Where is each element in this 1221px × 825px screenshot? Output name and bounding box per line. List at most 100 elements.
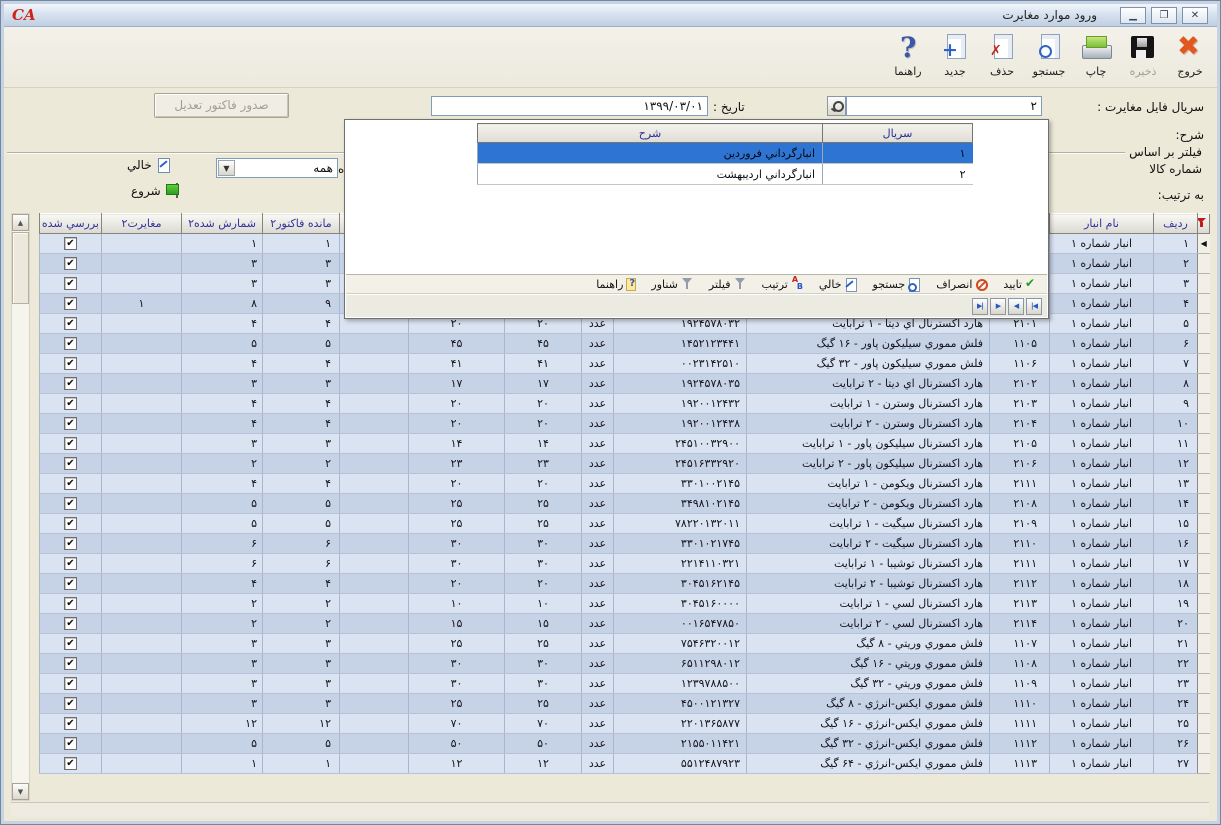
checked-checkbox[interactable]: ✔	[64, 357, 77, 370]
table-row[interactable]: ۲۷انبار شماره ۱۱۱۱۳فلش مموري ايکس-انرژي …	[40, 754, 1210, 774]
checked-checkbox[interactable]: ✔	[64, 437, 77, 450]
cell-barresi[interactable]: ✔	[40, 694, 102, 714]
toolbar-button-exit[interactable]: خروج	[1167, 30, 1213, 78]
table-row[interactable]: ۲۳انبار شماره ۱۱۱۰۹فلش مموري وريتي - ۳۲ …	[40, 674, 1210, 694]
toolbar-button-save[interactable]: ذخيره	[1120, 30, 1166, 78]
cell-barresi[interactable]: ✔	[40, 334, 102, 354]
popup-column-serial[interactable]: سريال	[823, 124, 973, 143]
checked-checkbox[interactable]: ✔	[64, 337, 77, 350]
popup-button-empty2[interactable]: خالي	[819, 278, 858, 291]
checked-checkbox[interactable]: ✔	[64, 497, 77, 510]
start-button[interactable]: شروع	[131, 183, 181, 199]
table-row[interactable]: ۱۸انبار شماره ۱۲۱۱۲هارد اکسترنال توشيبا …	[40, 574, 1210, 594]
cell-barresi[interactable]: ✔	[40, 434, 102, 454]
cell-barresi[interactable]: ✔	[40, 374, 102, 394]
cell-barresi[interactable]: ✔	[40, 734, 102, 754]
cell-barresi[interactable]: ✔	[40, 414, 102, 434]
minimize-button[interactable]: ▁	[1120, 7, 1146, 24]
checked-checkbox[interactable]: ✔	[64, 517, 77, 530]
cell-barresi[interactable]: ✔	[40, 574, 102, 594]
cell-barresi[interactable]: ✔	[40, 654, 102, 674]
cell-barresi[interactable]: ✔	[40, 274, 102, 294]
cell-barresi[interactable]: ✔	[40, 534, 102, 554]
cell-barresi[interactable]: ✔	[40, 394, 102, 414]
cell-barresi[interactable]: ✔	[40, 234, 102, 254]
toolbar-button-delete[interactable]: حذف	[979, 30, 1025, 78]
popup-cell-desc[interactable]: انبارگرداني فروردين	[478, 143, 823, 164]
cell-barresi[interactable]: ✔	[40, 714, 102, 734]
checked-checkbox[interactable]: ✔	[64, 577, 77, 590]
checked-checkbox[interactable]: ✔	[64, 677, 77, 690]
popup-list-row[interactable]: ۲انبارگرداني ارديبهشت	[478, 164, 973, 185]
table-row[interactable]: ۸انبار شماره ۱۲۱۰۲هارد اکسترنال اي ديتا …	[40, 374, 1210, 394]
checked-checkbox[interactable]: ✔	[64, 697, 77, 710]
checked-checkbox[interactable]: ✔	[64, 257, 77, 270]
issue-adjustment-invoice-button[interactable]: صدور فاکتور تعديل	[154, 93, 289, 118]
scroll-down-button[interactable]: ▼	[12, 783, 29, 800]
checked-checkbox[interactable]: ✔	[64, 277, 77, 290]
close-button[interactable]: ✕	[1182, 7, 1208, 24]
table-row[interactable]: ۲۰انبار شماره ۱۲۱۱۴هارد اکسترنال لسي - ۲…	[40, 614, 1210, 634]
popup-column-desc[interactable]: شرح	[478, 124, 823, 143]
checked-checkbox[interactable]: ✔	[64, 397, 77, 410]
checked-checkbox[interactable]: ✔	[64, 417, 77, 430]
nav-prev-button[interactable]: ◀	[1008, 298, 1024, 315]
cell-barresi[interactable]: ✔	[40, 354, 102, 374]
scrollbar-thumb[interactable]	[12, 232, 29, 304]
table-row[interactable]: ۷انبار شماره ۱۱۱۰۶فلش مموري سيليکون پاور…	[40, 354, 1210, 374]
table-row[interactable]: ۱۶انبار شماره ۱۲۱۱۰هارد اکسترنال سيگيت -…	[40, 534, 1210, 554]
nav-next-button[interactable]: ▶	[990, 298, 1006, 315]
nav-last-button[interactable]: ▶|	[972, 298, 988, 315]
table-row[interactable]: ۱۴انبار شماره ۱۲۱۰۸هارد اکسترنال ويکومن …	[40, 494, 1210, 514]
popup-button-filter[interactable]: فيلتر	[709, 278, 747, 291]
popup-cell-serial[interactable]: ۲	[823, 164, 973, 185]
table-row[interactable]: ۲۶انبار شماره ۱۱۱۱۲فلش مموري ايکس-انرژي …	[40, 734, 1210, 754]
maximize-button[interactable]: ❐	[1151, 7, 1177, 24]
grid-header-sel[interactable]	[1198, 214, 1210, 234]
table-row[interactable]: ۶انبار شماره ۱۱۱۰۵فلش مموري سيليکون پاور…	[40, 334, 1210, 354]
popup-button-search2[interactable]: جستجو	[873, 278, 922, 291]
popup-button-cancel[interactable]: انصراف	[936, 278, 988, 291]
cell-barresi[interactable]: ✔	[40, 514, 102, 534]
table-row[interactable]: ۲۲انبار شماره ۱۱۱۰۸فلش مموري وريتي - ۱۶ …	[40, 654, 1210, 674]
cell-barresi[interactable]: ✔	[40, 294, 102, 314]
grid-vertical-scrollbar[interactable]: ▲ ▼	[11, 213, 30, 801]
table-row[interactable]: ۱۱انبار شماره ۱۲۱۰۵هارد اکسترنال سيليکون…	[40, 434, 1210, 454]
checked-checkbox[interactable]: ✔	[64, 317, 77, 330]
checked-checkbox[interactable]: ✔	[64, 717, 77, 730]
toolbar-button-print[interactable]: چاپ	[1073, 30, 1119, 78]
table-row[interactable]: ۹انبار شماره ۱۲۱۰۳هارد اکسترنال وسترن - …	[40, 394, 1210, 414]
checked-checkbox[interactable]: ✔	[64, 757, 77, 770]
checked-checkbox[interactable]: ✔	[64, 537, 77, 550]
checked-checkbox[interactable]: ✔	[64, 477, 77, 490]
cell-barresi[interactable]: ✔	[40, 594, 102, 614]
checked-checkbox[interactable]: ✔	[64, 297, 77, 310]
cell-barresi[interactable]: ✔	[40, 674, 102, 694]
popup-button-float[interactable]: شناور	[651, 278, 694, 291]
toolbar-button-search[interactable]: جستجو	[1026, 30, 1072, 78]
popup-button-help2[interactable]: راهنما	[596, 278, 636, 291]
serial-file-input[interactable]	[846, 96, 1042, 116]
popup-list-row[interactable]: ۱انبارگرداني فروردين	[478, 143, 973, 164]
toolbar-button-new[interactable]: جديد	[932, 30, 978, 78]
popup-cell-serial[interactable]: ۱	[823, 143, 973, 164]
cell-barresi[interactable]: ✔	[40, 614, 102, 634]
cell-barresi[interactable]: ✔	[40, 754, 102, 774]
checked-checkbox[interactable]: ✔	[64, 557, 77, 570]
item-filter-combobox[interactable]: همه ▼	[216, 158, 338, 178]
cell-barresi[interactable]: ✔	[40, 254, 102, 274]
table-row[interactable]: ۲۵انبار شماره ۱۱۱۱۱فلش مموري ايکس-انرژي …	[40, 714, 1210, 734]
cell-barresi[interactable]: ✔	[40, 634, 102, 654]
table-row[interactable]: ۱۰انبار شماره ۱۲۱۰۴هارد اکسترنال وسترن -…	[40, 414, 1210, 434]
popup-cell-desc[interactable]: انبارگرداني ارديبهشت	[478, 164, 823, 185]
checked-checkbox[interactable]: ✔	[64, 457, 77, 470]
table-row[interactable]: ۱۲انبار شماره ۱۲۱۰۶هارد اکسترنال سيليکون…	[40, 454, 1210, 474]
cell-barresi[interactable]: ✔	[40, 554, 102, 574]
nav-first-button[interactable]: |◀	[1026, 298, 1042, 315]
serial-lookup-button[interactable]	[827, 96, 846, 116]
checked-checkbox[interactable]: ✔	[64, 657, 77, 670]
table-row[interactable]: ۱۷انبار شماره ۱۲۱۱۱هارد اکسترنال توشيبا …	[40, 554, 1210, 574]
cell-barresi[interactable]: ✔	[40, 314, 102, 334]
table-row[interactable]: ۲۱انبار شماره ۱۱۱۰۷فلش مموري وريتي - ۸ گ…	[40, 634, 1210, 654]
cell-barresi[interactable]: ✔	[40, 454, 102, 474]
